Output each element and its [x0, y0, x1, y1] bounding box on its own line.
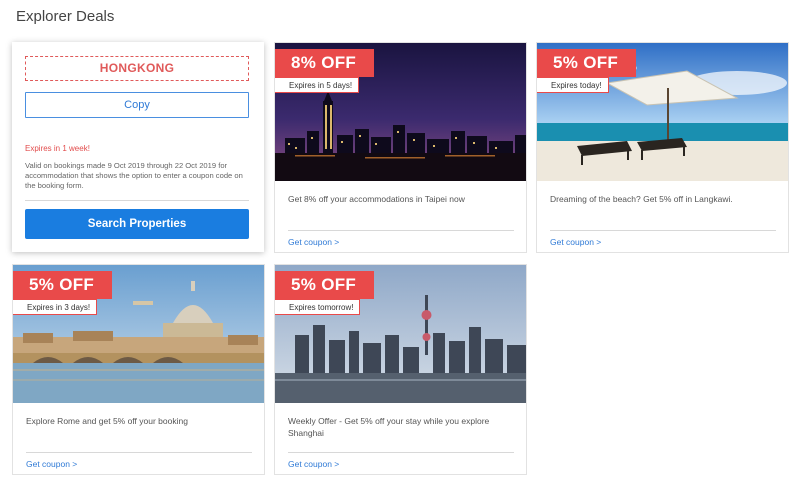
- get-coupon-link[interactable]: Get coupon >: [288, 459, 339, 469]
- coupon-expiry: Expires in 1 week!: [25, 144, 90, 153]
- get-coupon-link[interactable]: Get coupon >: [288, 237, 339, 247]
- expiry-badge: Expires today!: [537, 77, 609, 93]
- get-coupon-link[interactable]: Get coupon >: [550, 237, 601, 247]
- discount-badge: 8% OFF: [275, 49, 375, 77]
- get-coupon-link[interactable]: Get coupon >: [26, 459, 77, 469]
- deal-image-shanghai[interactable]: 5% OFF Expires tomorrow!: [275, 265, 526, 403]
- divider: [25, 200, 249, 201]
- promo-coupon-card: HONGKONG Copy Expires in 1 week! Valid o…: [12, 42, 264, 252]
- expiry-badge: Expires in 5 days!: [275, 77, 360, 93]
- copy-button[interactable]: Copy: [25, 92, 249, 118]
- deal-card-taipei[interactable]: 8% OFF Expires in 5 days! Get 8% off you…: [274, 42, 527, 253]
- divider: [288, 452, 514, 453]
- deal-card-shanghai[interactable]: 5% OFF Expires tomorrow! Weekly Offer - …: [274, 264, 527, 475]
- deal-card-langkawi[interactable]: 5% OFF Expires today! Dreaming of the be…: [536, 42, 789, 253]
- divider: [550, 230, 776, 231]
- deal-description: Dreaming of the beach? Get 5% off in Lan…: [550, 194, 733, 204]
- expiry-badge: Expires in 3 days!: [13, 299, 98, 315]
- expiry-badge: Expires tomorrow!: [275, 299, 361, 315]
- search-properties-button[interactable]: Search Properties: [25, 209, 249, 239]
- deal-card-rome[interactable]: 5% OFF Expires in 3 days! Explore Rome a…: [12, 264, 265, 475]
- discount-badge: 5% OFF: [275, 271, 375, 299]
- discount-badge: 5% OFF: [13, 271, 113, 299]
- deal-image-taipei[interactable]: 8% OFF Expires in 5 days!: [275, 43, 526, 181]
- deal-image-langkawi[interactable]: 5% OFF Expires today!: [537, 43, 788, 181]
- coupon-terms: Valid on bookings made 9 Oct 2019 throug…: [25, 161, 243, 190]
- divider: [26, 452, 252, 453]
- deal-description: Explore Rome and get 5% off your booking: [26, 416, 188, 426]
- page-title: Explorer Deals: [16, 8, 115, 25]
- discount-badge: 5% OFF: [537, 49, 637, 77]
- deal-image-rome[interactable]: 5% OFF Expires in 3 days!: [13, 265, 264, 403]
- deal-description: Weekly Offer - Get 5% off your stay whil…: [288, 416, 490, 438]
- deal-description: Get 8% off your accommodations in Taipei…: [288, 194, 465, 204]
- coupon-code[interactable]: HONGKONG: [25, 56, 249, 81]
- divider: [288, 230, 514, 231]
